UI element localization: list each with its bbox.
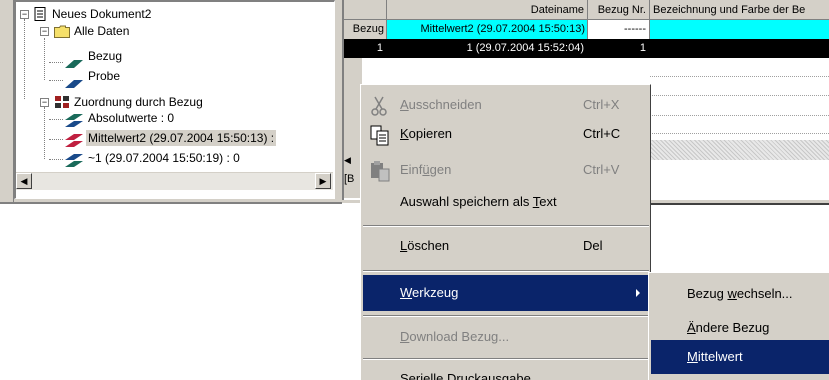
menu-mnemonic: w: [727, 286, 737, 301]
menu-label: ndere Bezug: [695, 320, 770, 335]
tree-label-all-data: Alle Daten: [74, 24, 130, 38]
menu-item-serial-print[interactable]: Serielle Druckausgabe: [363, 361, 649, 380]
menu-item-download-bezug[interactable]: Download Bezug...: [363, 319, 649, 355]
menu-label: Bezug: [687, 286, 728, 301]
tree-label-root: Neues Dokument2: [52, 7, 152, 21]
table-cell-description[interactable]: [650, 39, 829, 58]
grid-line: [650, 133, 829, 134]
curve-pair-icon: [64, 114, 84, 132]
tree-horizontal-scrollbar[interactable]: ◀ ▶: [16, 172, 333, 190]
menu-shortcut: Del: [583, 238, 603, 253]
curve-pair-icon: [64, 134, 84, 152]
grid-line: [650, 115, 829, 116]
menu-mnemonic: D: [400, 329, 410, 344]
submenu-arrow-icon: [636, 289, 640, 297]
tree-connector: [24, 19, 25, 99]
menu-separator: [363, 270, 649, 272]
tree-connector: [44, 107, 45, 159]
submenu-werkzeug[interactable]: Bezug wechseln... Ändere Bezug Mittelwer…: [648, 272, 829, 380]
grid-line: [650, 95, 829, 96]
menu-label: Auswahl speichern als: [400, 194, 533, 209]
tree-label-bezug: Bezug: [88, 49, 123, 63]
curve-icon: [64, 77, 84, 93]
menu-mnemonic: ü: [422, 162, 430, 177]
menu-mnemonic: Ä: [687, 320, 696, 335]
tree-connector: [49, 139, 63, 140]
menu-item-delete[interactable]: Löschen Del: [363, 228, 649, 264]
tree-connector: [49, 62, 63, 63]
curve-pair-icon: [64, 154, 84, 172]
paste-icon: [369, 160, 391, 182]
submenu-item-switch-bezug[interactable]: Bezug wechseln...: [651, 277, 829, 311]
menu-label: ext: [539, 194, 557, 209]
curve-icon: [64, 57, 84, 73]
tree-connector: [44, 38, 45, 80]
tree-view[interactable]: − Neues Dokument2 − Alle Daten Bezug Pro…: [14, 0, 335, 199]
row-header[interactable]: 1: [344, 39, 387, 58]
grid-icon: [54, 95, 70, 113]
menu-label: opieren: [408, 126, 453, 141]
document-icon: [34, 7, 47, 25]
scroll-left-icon[interactable]: ◀: [16, 173, 32, 189]
preview-box: [650, 203, 829, 273]
table-cell-bezug-nr[interactable]: 1: [588, 39, 650, 58]
collapse-icon[interactable]: −: [40, 98, 49, 107]
menu-label: ownload Bezug...: [409, 329, 510, 344]
context-menu[interactable]: Ausschneiden Ctrl+X Kopieren Ctrl+C Einf…: [360, 84, 651, 380]
menu-item-paste[interactable]: Einfügen Ctrl+V: [363, 152, 649, 188]
menu-label: ittelwert: [697, 349, 743, 364]
scroll-left-icon[interactable]: ◀: [344, 150, 354, 170]
tree-label-absolutwerte: Absolutwerte : 0: [88, 111, 175, 125]
table-cell-bezug-nr[interactable]: ------: [588, 20, 650, 39]
menu-mnemonic: K: [400, 126, 409, 141]
menu-label: erkzeug: [412, 285, 459, 300]
menu-mnemonic: M: [687, 349, 698, 364]
tree-connector: [49, 119, 63, 120]
menu-item-save-as-text[interactable]: Auswahl speichern als Text: [363, 184, 649, 220]
menu-label: usschneiden: [408, 97, 482, 112]
column-header-bezug-nr[interactable]: Bezug Nr.: [588, 0, 650, 20]
menu-separator: [363, 225, 649, 227]
table-scrollbar-track[interactable]: [650, 140, 829, 160]
folder-icon: [54, 25, 70, 42]
menu-separator: [363, 358, 649, 360]
tree-label-sample1: ~1 (29.07.2004 15:50:19) : 0: [88, 151, 240, 165]
table-cell-filename[interactable]: 1 (29.07.2004 15:52:04): [387, 39, 588, 58]
tree-connector: [49, 80, 63, 81]
menu-shortcut: Ctrl+V: [583, 162, 620, 177]
tree-label-zuordnung: Zuordnung durch Bezug: [74, 95, 203, 109]
table-corner: [344, 0, 387, 20]
row-header[interactable]: Bezug: [344, 20, 387, 39]
column-header-filename[interactable]: Dateiname: [387, 0, 588, 20]
menu-label: gen: [429, 162, 452, 177]
tree-label-probe: Probe: [88, 69, 121, 83]
menu-mnemonic: A: [400, 97, 409, 112]
menu-item-copy[interactable]: Kopieren Ctrl+C: [363, 116, 649, 152]
submenu-item-mittelwert[interactable]: Mittelwert: [651, 340, 829, 374]
scroll-right-icon[interactable]: ▶: [315, 173, 331, 189]
copy-icon: [369, 124, 391, 146]
menu-mnemonic: W: [400, 285, 413, 300]
grid-line: [650, 76, 829, 77]
menu-label: Einf: [400, 162, 423, 177]
menu-separator: [363, 315, 649, 317]
menu-label: echseln...: [736, 286, 793, 301]
collapse-icon[interactable]: −: [20, 10, 29, 19]
divider: [0, 202, 342, 204]
menu-label: Serielle Druckausgabe: [400, 371, 531, 380]
scissors-icon: [369, 95, 391, 117]
table-cell-filename[interactable]: Mittelwert2 (29.07.2004 15:50:13): [387, 20, 588, 39]
table-cell-description[interactable]: [650, 20, 829, 39]
splitter-edge[interactable]: [0, 0, 14, 203]
tree-connector: [49, 159, 63, 160]
tree-label-mittelwert: Mittelwert2 (29.07.2004 15:50:13) :: [86, 130, 277, 146]
menu-label: öschen: [407, 238, 450, 253]
column-header-description[interactable]: Bezeichnung und Farbe der Be: [650, 0, 829, 20]
menu-item-werkzeug[interactable]: Werkzeug: [363, 275, 649, 311]
menu-shortcut: Ctrl+C: [583, 126, 621, 141]
collapse-icon[interactable]: −: [40, 27, 49, 36]
